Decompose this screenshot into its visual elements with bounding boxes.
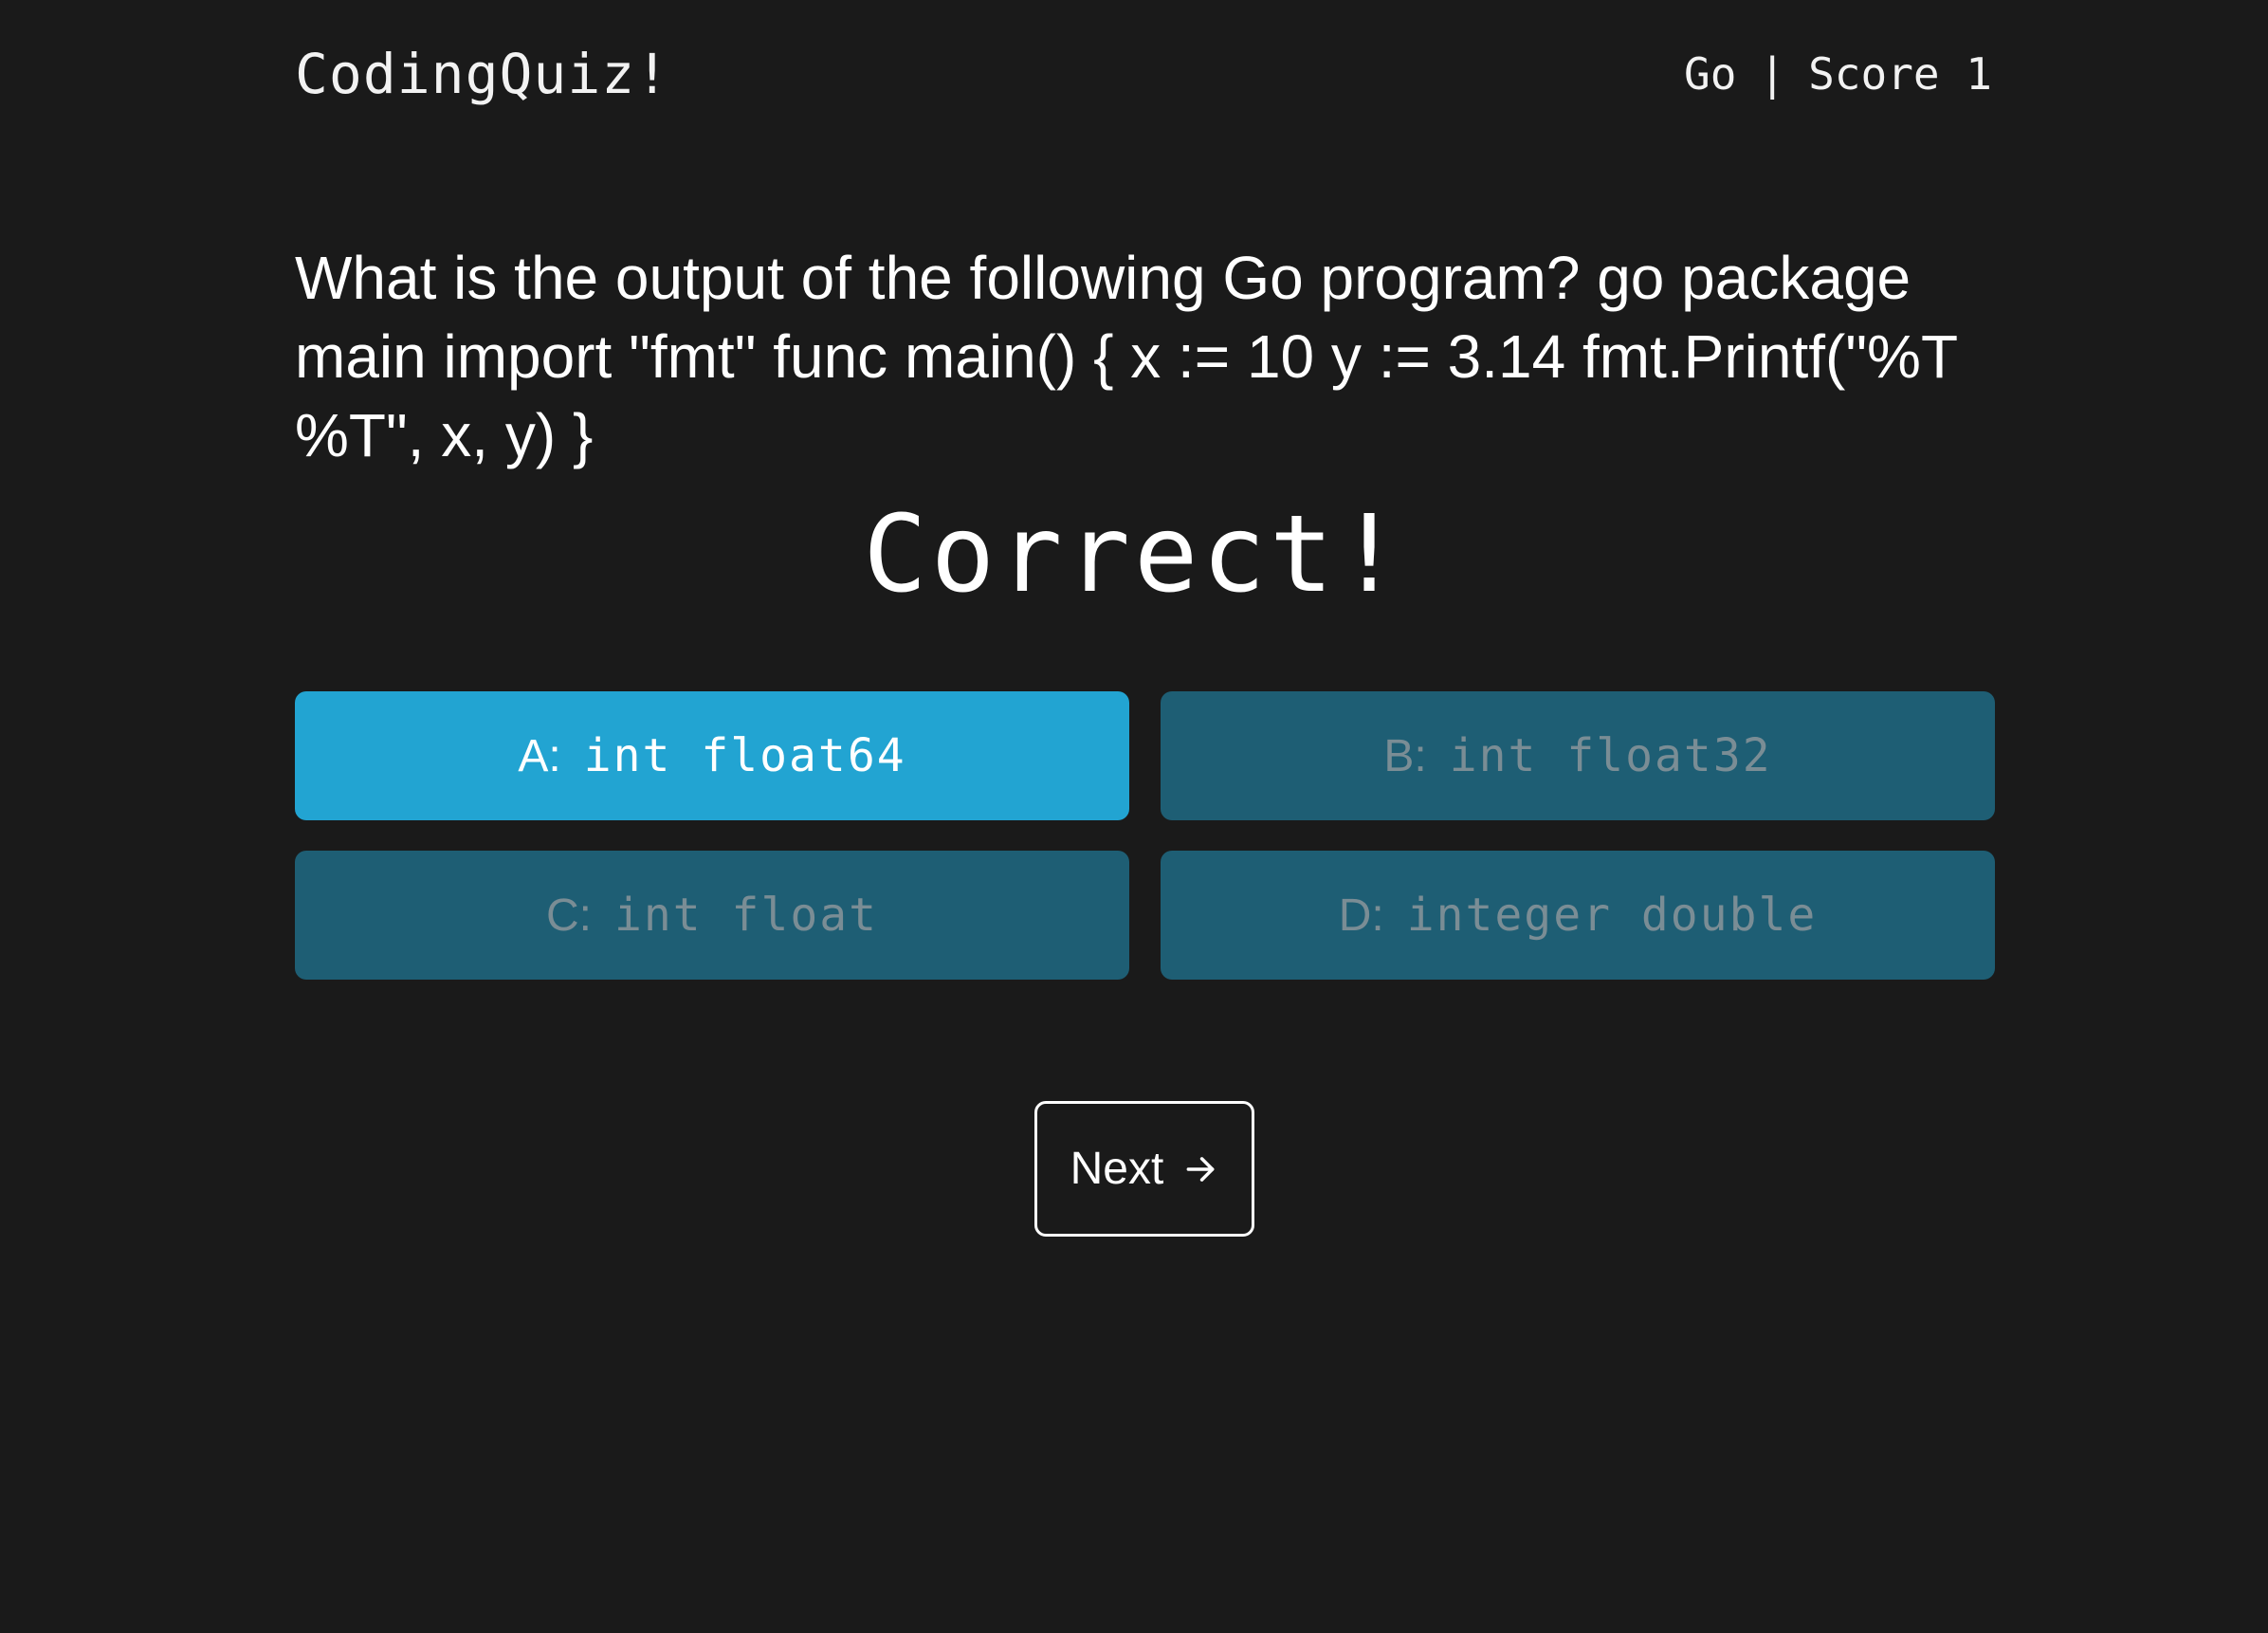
answer-letter: C: [545, 890, 592, 941]
language-label: Go [1684, 48, 1737, 100]
score-label: Score [1808, 48, 1940, 100]
answer-option-d[interactable]: D: integer double [1161, 851, 1995, 980]
answer-text: int float32 [1449, 729, 1772, 782]
brand-logo[interactable]: CodingQuiz! [295, 42, 669, 106]
next-button-label: Next [1070, 1144, 1164, 1194]
answer-grid: A: int float64 B: int float32 C: int flo… [295, 691, 1995, 980]
header-status: Go | Score 1 [1684, 48, 1992, 100]
quiz-page: CodingQuiz! Go | Score 1 What is the out… [0, 0, 2268, 1633]
answer-option-a[interactable]: A: int float64 [295, 691, 1129, 820]
answer-option-c[interactable]: C: int float [295, 851, 1129, 980]
score-display: Score 1 [1808, 48, 1992, 100]
answer-text: integer double [1406, 889, 1818, 942]
answer-letter: B: [1383, 730, 1427, 781]
answer-text: int float64 [583, 729, 906, 782]
answer-letter: A: [518, 730, 561, 781]
next-button[interactable]: Next [1034, 1101, 1254, 1237]
answer-letter: D: [1338, 890, 1384, 941]
answer-option-b[interactable]: B: int float32 [1161, 691, 1995, 820]
arrow-right-icon [1182, 1151, 1218, 1187]
question-text: What is the output of the following Go p… [295, 244, 1957, 469]
answer-text: int float [613, 889, 879, 942]
header-separator: | [1759, 48, 1786, 100]
header: CodingQuiz! Go | Score 1 [295, 36, 1992, 112]
result-message: Correct! [863, 493, 1405, 616]
score-value: 1 [1966, 48, 1992, 100]
